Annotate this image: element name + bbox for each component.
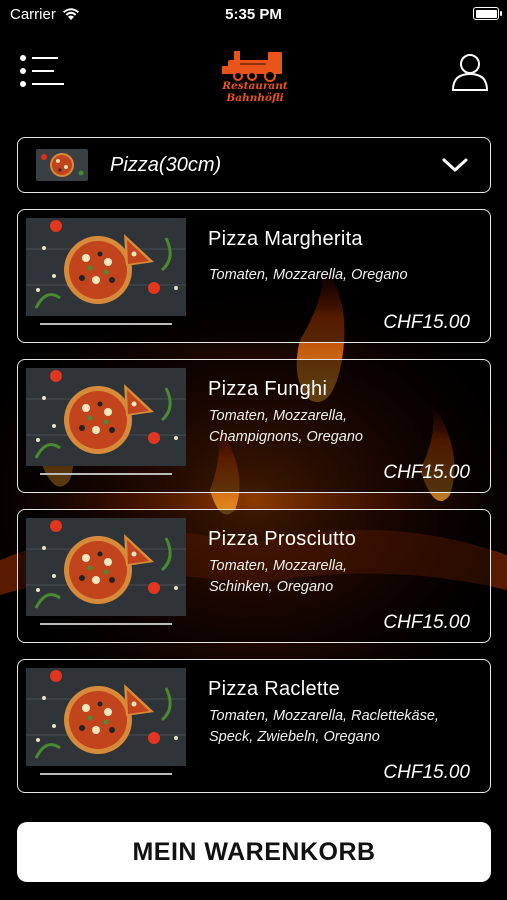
restaurant-logo: Restaurant Bahnhöfli: [218, 42, 292, 106]
product-description: Champignons, Oregano: [209, 429, 363, 445]
product-description: Speck, Zwiebeln, Oregano: [209, 729, 380, 745]
product-description: Tomaten, Mozzarella, Oregano: [209, 267, 408, 283]
category-thumbnail: [36, 149, 88, 181]
logo-text-line2: Bahnhöfli: [226, 92, 284, 104]
product-card[interactable]: Pizza Raclette Tomaten, Mozzarella, Racle…: [17, 659, 491, 793]
product-description: Tomaten, Mozzarella, Raclettekäse,: [209, 708, 439, 724]
user-icon: [451, 54, 489, 91]
logo-text-line1: Restaurant: [222, 80, 288, 92]
product-list: Pizza Margherita Tomaten, Mozzarella, Ore…: [17, 209, 491, 809]
category-dropdown[interactable]: Pizza(30cm): [17, 137, 491, 193]
product-name: Pizza Raclette: [208, 678, 341, 700]
product-price: CHF15.00: [383, 612, 470, 633]
product-description: Tomaten, Mozzarella,: [209, 558, 348, 574]
product-price: CHF15.00: [383, 762, 470, 783]
user-profile-button[interactable]: [451, 52, 489, 92]
battery-icon: [473, 7, 502, 20]
app-header: Restaurant Bahnhöfli: [0, 40, 507, 110]
product-name: Pizza Funghi: [208, 378, 328, 400]
product-image: [26, 518, 186, 616]
status-time: 5:35 PM: [225, 5, 282, 23]
product-price: CHF15.00: [383, 312, 470, 333]
product-description: Schinken, Oregano: [209, 579, 334, 595]
product-price: CHF15.00: [383, 462, 470, 483]
product-image: [26, 368, 186, 466]
image-divider: [40, 323, 172, 325]
status-bar: Carrier 5:35 PM: [0, 0, 507, 28]
product-name: Pizza Prosciutto: [208, 528, 357, 550]
image-divider: [40, 473, 172, 475]
product-image: [26, 218, 186, 316]
product-card[interactable]: Pizza Prosciutto Tomaten, Mozzarella, Schi…: [17, 509, 491, 643]
product-description: Tomaten, Mozzarella,: [209, 408, 348, 424]
cart-button[interactable]: MEIN WARENKORB: [17, 822, 491, 882]
product-name: Pizza Margherita: [208, 228, 363, 250]
image-divider: [40, 773, 172, 775]
image-divider: [40, 623, 172, 625]
list-menu-icon: [20, 55, 64, 87]
chevron-down-icon: [442, 158, 468, 172]
product-card[interactable]: Pizza Margherita Tomaten, Mozzarella, Ore…: [17, 209, 491, 343]
product-image: [26, 668, 186, 766]
menu-button[interactable]: [18, 54, 66, 88]
category-label: Pizza(30cm): [110, 153, 222, 176]
product-card[interactable]: Pizza Funghi Tomaten, Mozzarella, Champign…: [17, 359, 491, 493]
